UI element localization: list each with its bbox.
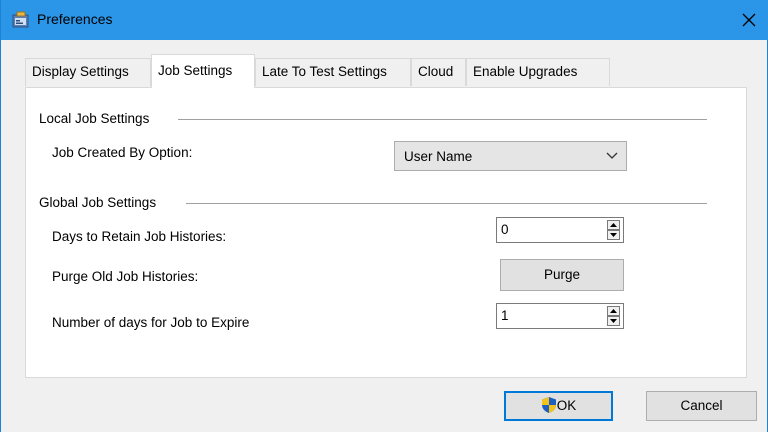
window-title: Preferences [37,11,113,27]
days-to-retain-increment[interactable] [607,220,620,230]
spin-down-icon [610,233,617,237]
tab-job-settings[interactable]: Job Settings [151,54,255,88]
spin-up-icon [610,223,617,227]
days-to-retain-label: Days to Retain Job Histories: [52,229,227,244]
days-to-expire-label: Number of days for Job to Expire [52,315,250,330]
job-created-by-label: Job Created By Option: [52,145,193,160]
chevron-down-icon [606,152,618,159]
days-to-expire-spin-buttons [607,306,620,326]
close-button[interactable] [729,0,768,40]
preferences-window-icon [12,11,29,28]
days-to-expire-spinner[interactable]: 1 [496,303,624,329]
spin-up-icon [610,309,617,313]
days-to-expire-decrement[interactable] [607,316,620,326]
job-created-by-dropdown[interactable]: User Name [394,141,627,171]
cancel-button[interactable]: Cancel [646,391,757,421]
close-icon [742,13,756,27]
tab-enable-upgrades[interactable]: Enable Upgrades [466,58,610,86]
purge-old-histories-label: Purge Old Job Histories: [52,269,199,284]
uac-shield-icon [541,397,556,413]
global-job-settings-heading: Global Job Settings [39,195,157,210]
days-to-retain-value: 0 [501,222,509,237]
global-group-divider [186,203,707,204]
spin-down-icon [610,319,617,323]
tab-display-settings[interactable]: Display Settings [25,58,151,86]
title-bar[interactable]: Preferences [1,0,768,40]
tab-label: Late To Test Settings [262,64,387,79]
purge-button[interactable]: Purge [500,259,624,291]
tab-label: Job Settings [158,63,233,78]
days-to-retain-spinner[interactable]: 0 [496,217,624,243]
tab-cloud[interactable]: Cloud [411,58,466,86]
tab-label: Display Settings [32,64,129,79]
job-settings-panel: Local Job Settings Job Created By Option… [25,87,747,378]
days-to-retain-spin-buttons [607,220,620,240]
tab-label: Enable Upgrades [473,64,578,79]
days-to-expire-value: 1 [501,308,509,323]
days-to-expire-increment[interactable] [607,306,620,316]
job-created-by-value: User Name [404,149,473,164]
days-to-retain-decrement[interactable] [607,230,620,240]
ok-button[interactable]: OK [504,391,613,421]
local-group-divider [178,119,707,120]
tab-late-to-test-settings[interactable]: Late To Test Settings [255,58,411,86]
ok-label: OK [556,398,577,413]
local-job-settings-heading: Local Job Settings [39,111,150,126]
preferences-dialog: Preferences Display Settings Job Setting… [0,0,768,432]
tab-label: Cloud [418,64,454,79]
